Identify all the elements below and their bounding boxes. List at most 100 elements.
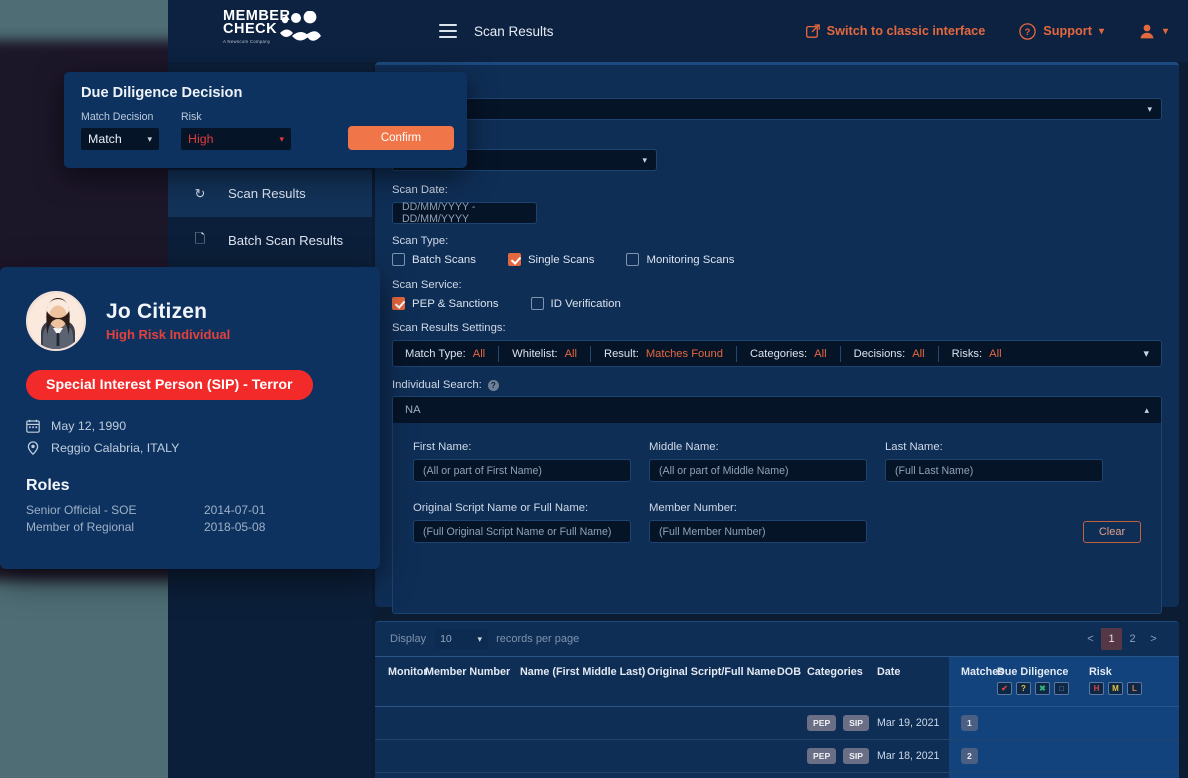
col-original-script[interactable]: Original Script/Full Name xyxy=(647,657,777,707)
setting-decisions[interactable]: Decisions: All xyxy=(841,346,939,362)
checkbox-single-scans[interactable]: Single Scans xyxy=(508,253,595,266)
last-name-input[interactable]: (Full Last Name) xyxy=(885,459,1103,482)
setting-categories[interactable]: Categories: All xyxy=(737,346,841,362)
match-decision-select[interactable]: Match ▾ xyxy=(81,128,159,150)
scan-results-settings-bar[interactable]: Match Type: All Whitelist: All Result: M… xyxy=(392,340,1162,367)
checkbox-id-verification[interactable]: ID Verification xyxy=(531,297,621,310)
table-row[interactable]: PEP SIP Mar 18, 2021 2 xyxy=(375,773,1179,778)
support-menu[interactable]: ? Support ▾ xyxy=(1019,23,1104,40)
help-icon[interactable]: ? xyxy=(488,380,499,391)
checkbox-pep-sanctions[interactable]: PEP & Sanctions xyxy=(392,297,499,310)
scan-results-settings-label-wrap: Scan Results Settings: xyxy=(392,322,506,340)
member-number-label: Member Number: xyxy=(649,502,867,514)
col-categories[interactable]: Categories xyxy=(807,657,877,707)
user-icon xyxy=(1138,23,1156,40)
pagination-page-2[interactable]: 2 xyxy=(1122,628,1143,650)
individual-search-value: NA xyxy=(405,404,421,416)
pagination-page-1[interactable]: 1 xyxy=(1101,628,1122,650)
top-bar: MEMBER CHECK A Newscom Company Scan Resu… xyxy=(168,0,1188,62)
setting-risks[interactable]: Risks: All xyxy=(939,346,1015,362)
results-table-body: PEP SIP Mar 19, 2021 1 xyxy=(375,707,1179,778)
cell-due-diligence xyxy=(997,707,1089,740)
setting-label: Risks: xyxy=(952,348,982,360)
checkbox-monitoring-scans[interactable]: Monitoring Scans xyxy=(626,253,734,266)
sidebar-item-batch-scan-results[interactable]: 🗋 Batch Scan Results xyxy=(168,217,372,264)
sidebar-item-label: Scan Results xyxy=(228,186,306,201)
records-per-page-label: records per page xyxy=(496,633,579,645)
risk-select[interactable]: High ▾ xyxy=(181,128,291,150)
setting-label: Categories: xyxy=(750,348,807,360)
category-badge: SIP xyxy=(843,715,869,731)
top-bar-actions: Switch to classic interface ? Support ▾ … xyxy=(806,23,1188,40)
original-script-input[interactable]: (Full Original Script Name or Full Name) xyxy=(413,520,631,543)
external-link-icon xyxy=(806,24,820,38)
middle-name-input[interactable]: (All or part of Middle Name) xyxy=(649,459,867,482)
col-monitor[interactable]: Monitor xyxy=(375,657,425,707)
badge-risk-medium[interactable]: M xyxy=(1108,682,1123,695)
scan-date-input[interactable]: DD/MM/YYYY - DD/MM/YYYY xyxy=(392,202,537,224)
secondary-fields-row: Original Script Name or Full Name: (Full… xyxy=(413,502,1141,543)
checkbox-batch-scans[interactable]: Batch Scans xyxy=(392,253,476,266)
checkbox-box-checked xyxy=(392,297,405,310)
location-pin-icon xyxy=(26,441,40,455)
user-account-menu[interactable]: ▾ xyxy=(1138,23,1168,40)
badge-risk-high[interactable]: H xyxy=(1089,682,1104,695)
col-name[interactable]: Name (First Middle Last) xyxy=(520,657,647,707)
setting-whitelist[interactable]: Whitelist: All xyxy=(499,346,591,362)
due-diligence-decision-panel: Due Diligence Decision Match Decision Ma… xyxy=(64,72,467,168)
col-member-number[interactable]: Member Number xyxy=(425,657,520,707)
table-row[interactable]: PEP SIP Mar 19, 2021 1 xyxy=(375,707,1179,740)
badge-match[interactable]: ✔ xyxy=(997,682,1012,695)
records-per-page-select[interactable]: 10 ▾ xyxy=(434,629,488,649)
col-dob[interactable]: DOB xyxy=(777,657,807,707)
chevron-down-icon[interactable]: ▾ xyxy=(1143,347,1149,360)
member-number-input[interactable]: (Full Member Number) xyxy=(649,520,867,543)
scan-source-dropdown[interactable]: PEM) ▾ xyxy=(392,98,1162,121)
switch-classic-interface-link[interactable]: Switch to classic interface xyxy=(806,24,986,38)
cell-categories: PEP SIP xyxy=(807,707,877,740)
scan-type-label: Scan Type: xyxy=(392,235,755,247)
role-date: 2018-05-08 xyxy=(204,520,265,534)
badge-risk-low[interactable]: L xyxy=(1127,682,1142,695)
individual-search-header[interactable]: NA ▴ xyxy=(393,397,1161,423)
scan-results-settings-label: Scan Results Settings: xyxy=(392,322,506,334)
cell-dob xyxy=(777,707,807,740)
col-matches[interactable]: Matches xyxy=(949,657,997,707)
individual-search-panel: NA ▴ First Name: (All or part of First N… xyxy=(392,396,1162,614)
individual-search-body: First Name: (All or part of First Name) … xyxy=(393,423,1161,543)
confirm-button[interactable]: Confirm xyxy=(348,126,454,150)
pagination-next[interactable]: > xyxy=(1143,628,1164,650)
setting-match-type[interactable]: Match Type: All xyxy=(405,346,499,362)
first-name-input[interactable]: (All or part of First Name) xyxy=(413,459,631,482)
due-diligence-controls: Match Decision Match ▾ Risk High ▾ Confi… xyxy=(81,111,467,150)
cell-date: Mar 18, 2021 xyxy=(877,740,949,773)
chevron-down-icon: ▾ xyxy=(1099,26,1104,37)
col-date[interactable]: Date xyxy=(877,657,949,707)
pagination-prev[interactable]: < xyxy=(1080,628,1101,650)
original-script-group: Original Script Name or Full Name: (Full… xyxy=(413,502,631,543)
sidebar-item-scan-results[interactable]: ↻ Scan Results xyxy=(168,170,372,217)
cell-categories: PEP SIP xyxy=(807,740,877,773)
setting-value: All xyxy=(565,348,577,360)
badge-undecided[interactable]: □ xyxy=(1054,682,1069,695)
cell-monitor xyxy=(375,707,425,740)
category-badge: PEP xyxy=(807,748,836,764)
badge-unknown[interactable]: ? xyxy=(1016,682,1031,695)
app-logo[interactable]: MEMBER CHECK A Newscom Company xyxy=(223,10,319,52)
profile-header: Jo Citizen High Risk Individual xyxy=(26,291,380,351)
history-icon: ↻ xyxy=(192,186,208,202)
badge-no-match[interactable]: ✖ xyxy=(1035,682,1050,695)
menu-toggle-icon[interactable] xyxy=(439,24,457,38)
setting-label: Decisions: xyxy=(854,348,906,360)
cell-original-script xyxy=(647,707,777,740)
table-header-row: Monitor Member Number Name (First Middle… xyxy=(375,657,1179,707)
table-row[interactable]: PEP SIP Mar 18, 2021 2 xyxy=(375,740,1179,773)
member-number-group: Member Number: (Full Member Number) xyxy=(649,502,867,543)
clear-button[interactable]: Clear xyxy=(1083,521,1141,543)
chevron-up-icon[interactable]: ▴ xyxy=(1144,405,1149,416)
cell-name xyxy=(520,773,647,778)
setting-label: Result: xyxy=(604,348,639,360)
results-toolbar: Display 10 ▾ records per page < 1 2 > xyxy=(375,622,1179,656)
setting-result[interactable]: Result: Matches Found xyxy=(591,346,737,362)
profile-location-row: Reggio Calabria, ITALY xyxy=(26,441,380,455)
